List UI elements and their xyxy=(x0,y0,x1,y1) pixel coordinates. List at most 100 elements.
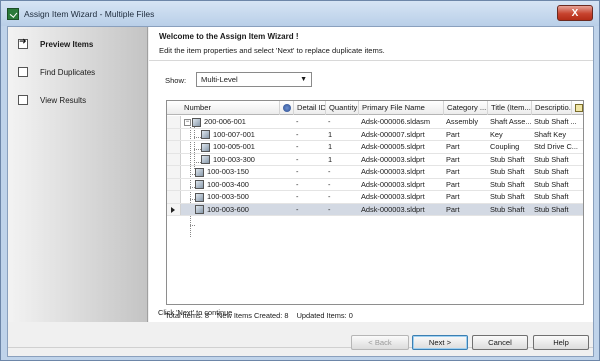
item-number: 100-005-001 xyxy=(213,142,255,151)
wizard-window: Assign Item Wizard - Multiple Files X Pr… xyxy=(0,0,600,361)
row-header[interactable] xyxy=(167,153,181,165)
detail-id: - xyxy=(296,117,299,126)
part-icon xyxy=(201,142,210,152)
col-primary-file[interactable]: Primary File Name xyxy=(358,101,443,115)
title: Stub Shaft xyxy=(490,179,525,189)
step-preview-items[interactable]: Preview Items xyxy=(18,37,93,49)
detail-id: - xyxy=(296,192,299,201)
item-number: 100-003-600 xyxy=(207,204,249,214)
detail-id: - xyxy=(296,179,299,189)
help-button[interactable]: Help xyxy=(533,335,589,350)
step-checkbox-icon xyxy=(18,95,28,105)
part-icon xyxy=(195,180,204,189)
col-number[interactable]: Number xyxy=(181,101,279,115)
description: Stub Shaft xyxy=(534,154,569,164)
row-header[interactable] xyxy=(167,191,181,203)
step-label: View Results xyxy=(40,95,87,105)
col-description[interactable]: Descriptio... xyxy=(531,101,571,115)
instructions-text: Edit the item properties and select 'Nex… xyxy=(159,46,385,55)
detail-id: - xyxy=(296,167,299,176)
primary-file: Adsk-000003.sldprt xyxy=(361,179,425,189)
back-button[interactable]: < Back xyxy=(351,335,409,350)
detail-id: - xyxy=(296,129,299,139)
step-view-results[interactable]: View Results xyxy=(18,95,86,105)
step-label: Find Duplicates xyxy=(40,67,96,77)
table-row[interactable]: 100-007-001 - 1 Adsk-000007.sldprt Part … xyxy=(167,128,583,141)
quantity: - xyxy=(328,204,331,214)
step-find-duplicates[interactable]: Find Duplicates xyxy=(18,67,95,77)
row-header[interactable] xyxy=(167,178,181,190)
col-lifecycle[interactable] xyxy=(279,101,293,115)
assembly-icon xyxy=(192,117,201,127)
table-row[interactable]: 100-003-300 - 1 Adsk-000003.sldprt Part … xyxy=(167,153,583,166)
item-number: 100-003-150 xyxy=(207,167,249,176)
continue-hint: Click 'Next' to continue xyxy=(158,308,233,317)
quantity: 1 xyxy=(328,129,333,139)
description: Std Drive C... xyxy=(534,142,578,151)
dropdown-arrow-icon: ▼ xyxy=(300,76,307,83)
col-title[interactable]: Title (Item... xyxy=(487,101,531,115)
show-dropdown[interactable]: Multi-Level ▼ xyxy=(196,72,312,87)
app-icon xyxy=(7,7,19,20)
window-title: Assign Item Wizard - Multiple Files xyxy=(24,8,155,19)
category: Assembly xyxy=(446,117,479,126)
table-row-selected[interactable]: 100-003-600 - - Adsk-000003.sldprt Part … xyxy=(167,203,583,216)
current-row-icon xyxy=(171,206,175,213)
table-row[interactable]: 100-003-400 - - Adsk-000003.sldprt Part … xyxy=(167,178,583,191)
item-number: 100-003-400 xyxy=(207,179,249,189)
collapse-icon[interactable]: − xyxy=(184,118,191,126)
category: Part xyxy=(446,154,460,164)
row-header[interactable] xyxy=(167,141,181,153)
table-row[interactable]: 100-003-150 - - Adsk-000003.sldprt Part … xyxy=(167,166,583,179)
detail-id: - xyxy=(296,142,299,151)
row-number-cell: 100-005-001 xyxy=(201,141,279,153)
part-icon xyxy=(201,155,210,164)
quantity: - xyxy=(328,117,331,126)
primary-file: Adsk-000007.sldprt xyxy=(361,129,425,139)
column-chooser-icon[interactable] xyxy=(571,101,583,115)
primary-file: Adsk-000005.sldprt xyxy=(361,142,425,151)
category: Part xyxy=(446,142,460,151)
grid-corner xyxy=(167,101,181,115)
title: Shaft Asse... xyxy=(490,117,531,126)
part-icon xyxy=(201,130,210,139)
table-row[interactable]: − 200-006-001 - - Adsk-000006.sldasm Ass… xyxy=(167,116,583,129)
table-row[interactable]: 100-003-500 - - Adsk-000003.sldprt Part … xyxy=(167,191,583,204)
item-number: 100-003-500 xyxy=(207,192,249,201)
part-icon xyxy=(195,192,204,202)
cancel-button[interactable]: Cancel xyxy=(472,335,528,350)
show-dropdown-value: Multi-Level xyxy=(201,75,238,84)
welcome-heading: Welcome to the Assign Item Wizard ! xyxy=(159,32,299,41)
updated-items: Updated Items: 0 xyxy=(296,311,353,320)
title-bar: Assign Item Wizard - Multiple Files X xyxy=(1,1,599,26)
row-header[interactable] xyxy=(167,128,181,140)
row-number-cell: 100-003-400 xyxy=(195,179,279,191)
row-number-cell: 100-003-300 xyxy=(201,154,279,166)
row-number-cell: 100-003-150 xyxy=(195,166,279,178)
description: Stub Shaft ... xyxy=(534,117,577,126)
category: Part xyxy=(446,129,460,139)
user-status-icon xyxy=(283,104,291,112)
primary-file: Adsk-000003.sldprt xyxy=(361,192,425,201)
row-number-cell: 100-003-500 xyxy=(195,191,279,203)
row-number-cell: 100-007-001 xyxy=(201,129,279,141)
table-row[interactable]: 100-005-001 - 1 Adsk-000005.sldprt Part … xyxy=(167,141,583,154)
col-quantity[interactable]: Quantity xyxy=(325,101,358,115)
tree-guide xyxy=(190,225,195,226)
close-button[interactable]: X xyxy=(557,5,593,21)
item-number: 200-006-001 xyxy=(204,117,246,126)
col-detail-id[interactable]: Detail ID xyxy=(293,101,325,115)
description: Stub Shaft xyxy=(534,204,569,214)
row-header[interactable] xyxy=(167,166,181,178)
quantity: 1 xyxy=(328,142,333,151)
detail-id: - xyxy=(296,154,299,164)
row-header[interactable] xyxy=(167,116,181,128)
next-button[interactable]: Next > xyxy=(412,335,468,350)
primary-file: Adsk-000003.sldprt xyxy=(361,167,425,176)
row-header[interactable] xyxy=(167,203,181,215)
items-grid: Number Detail ID Quantity Primary File N… xyxy=(166,100,584,305)
step-checkbox-icon xyxy=(18,67,28,77)
description: Stub Shaft xyxy=(534,167,569,176)
col-category[interactable]: Category ... xyxy=(443,101,487,115)
part-icon xyxy=(195,205,204,214)
